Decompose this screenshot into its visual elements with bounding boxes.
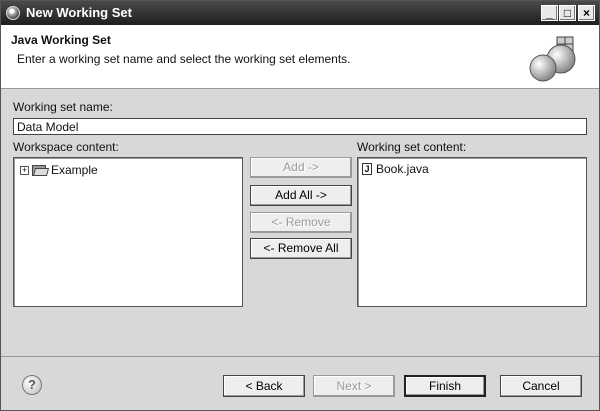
wizard-header: Java Working Set Enter a working set nam… [1,25,599,89]
back-button[interactable]: < Back [223,375,305,397]
finish-button[interactable]: Finish [404,375,486,397]
working-set-content-label: Working set content: [357,140,467,154]
cancel-button[interactable]: Cancel [500,375,582,397]
working-set-wizard-icon [529,36,576,82]
remove-all-button[interactable]: <- Remove All [250,238,352,259]
help-icon[interactable]: ? [22,375,42,395]
page-title: Java Working Set [11,33,111,47]
add-button[interactable]: Add -> [250,157,352,178]
list-item[interactable]: J Book.java [362,162,429,176]
remove-button[interactable]: <- Remove [250,212,352,233]
page-description: Enter a working set name and select the … [17,52,351,66]
footer-divider [1,356,599,357]
workspace-label: Workspace content: [13,140,119,154]
tree-item-example[interactable]: + Example [20,162,98,178]
window-title: New Working Set [26,5,132,20]
working-set-name-input[interactable]: Data Model [13,118,587,135]
folder-icon [32,164,50,176]
new-working-set-dialog: New Working Set _ □ × Java Working Set E… [0,0,600,411]
minimize-button[interactable]: _ [541,5,558,21]
close-button[interactable]: × [578,5,595,21]
eclipse-icon [6,6,20,20]
java-file-icon: J [362,163,372,175]
add-all-button[interactable]: Add All -> [250,185,352,206]
next-button[interactable]: Next > [313,375,395,397]
tree-item-label: Example [51,163,98,177]
maximize-button[interactable]: □ [559,5,576,21]
name-label: Working set name: [13,100,113,114]
title-bar[interactable]: New Working Set _ □ × [1,1,599,25]
list-item-label: Book.java [376,162,429,176]
working-set-content-list[interactable]: J Book.java [357,157,587,307]
workspace-content-tree[interactable]: + Example [13,157,243,307]
expand-icon[interactable]: + [20,165,29,175]
